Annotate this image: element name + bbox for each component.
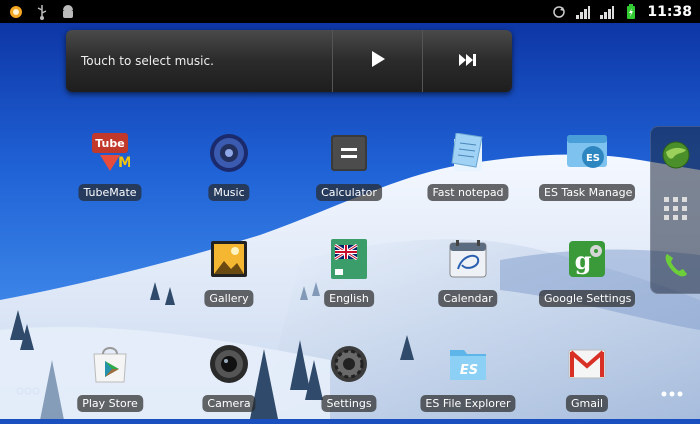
app-label: Fast notepad (427, 184, 509, 201)
app-label: TubeMate (78, 184, 142, 201)
app-label: Music (208, 184, 250, 201)
app-play-store[interactable]: Play Store (62, 344, 158, 424)
phone-icon[interactable] (660, 249, 692, 281)
svg-text:Tube: Tube (95, 137, 124, 150)
svg-text:ES: ES (460, 363, 478, 378)
es-task-manager-icon: ES (567, 133, 607, 173)
battery-charging-icon (623, 3, 639, 20)
music-prompt[interactable]: Touch to select music. (66, 54, 332, 68)
tubemate-icon: Tube M (90, 133, 132, 173)
app-music[interactable]: Music (181, 133, 277, 213)
app-label: Google Settings (539, 290, 635, 307)
svg-text:g: g (575, 246, 592, 275)
es-file-explorer-icon: ES (448, 344, 488, 384)
app-calendar[interactable]: Calendar (420, 239, 516, 319)
calendar-icon (448, 239, 488, 279)
english-dictionary-icon (329, 239, 369, 279)
app-calculator[interactable]: Calculator (301, 133, 397, 213)
app-label: Calendar (438, 290, 498, 307)
app-label: Gmail (565, 395, 609, 412)
play-button[interactable] (332, 30, 422, 92)
play-store-icon (90, 344, 130, 384)
dock-panel (650, 126, 700, 294)
app-fast-notepad[interactable]: Fast notepad (420, 132, 516, 213)
music-widget[interactable]: Touch to select music. (66, 30, 512, 92)
app-settings[interactable]: Settings (301, 344, 397, 424)
status-bar: 11:38 (0, 0, 700, 23)
notification-dot-icon[interactable] (8, 4, 24, 20)
svg-text:ES: ES (586, 153, 600, 164)
browser-globe-icon[interactable] (660, 139, 692, 171)
gallery-icon (209, 239, 249, 279)
app-camera[interactable]: Camera (181, 344, 277, 424)
sync-icon (551, 4, 567, 20)
notepad-icon (448, 132, 488, 173)
signal-icon (575, 4, 591, 20)
app-gallery[interactable]: Gallery (181, 239, 277, 319)
svg-text:M: M (118, 155, 130, 171)
next-track-icon (458, 52, 478, 71)
settings-gear-icon (329, 344, 369, 384)
android-debug-icon[interactable] (60, 4, 76, 20)
clock: 11:38 (647, 3, 692, 20)
app-gmail[interactable]: Gmail (539, 344, 635, 424)
app-drawer-icon[interactable] (660, 193, 692, 225)
app-tubemate[interactable]: Tube M TubeMate (62, 133, 158, 213)
app-label: English (324, 290, 374, 307)
app-label: ES File Explorer (420, 395, 516, 412)
app-label: ES Task Manage (539, 184, 635, 201)
app-label: Gallery (204, 290, 254, 307)
app-google-settings[interactable]: g Google Settings (539, 239, 635, 319)
app-label: Play Store (77, 395, 143, 412)
signal-icon (599, 4, 615, 20)
google-settings-icon: g (567, 239, 607, 279)
usb-icon[interactable] (34, 4, 50, 20)
app-label: Calculator (316, 184, 382, 201)
music-speaker-icon (209, 133, 249, 173)
gmail-icon (567, 344, 607, 384)
more-options-icon[interactable] (660, 384, 684, 403)
calculator-icon (329, 133, 369, 173)
app-es-task-manager[interactable]: ES ES Task Manage (539, 133, 635, 213)
camera-icon (209, 344, 249, 384)
page-indicator-icon (16, 381, 40, 400)
app-es-file-explorer[interactable]: ES ES File Explorer (420, 344, 516, 424)
app-label: Settings (321, 395, 377, 412)
next-track-button[interactable] (422, 30, 512, 92)
app-label: Camera (202, 395, 256, 412)
app-english[interactable]: English (301, 239, 397, 319)
play-icon (370, 50, 386, 72)
